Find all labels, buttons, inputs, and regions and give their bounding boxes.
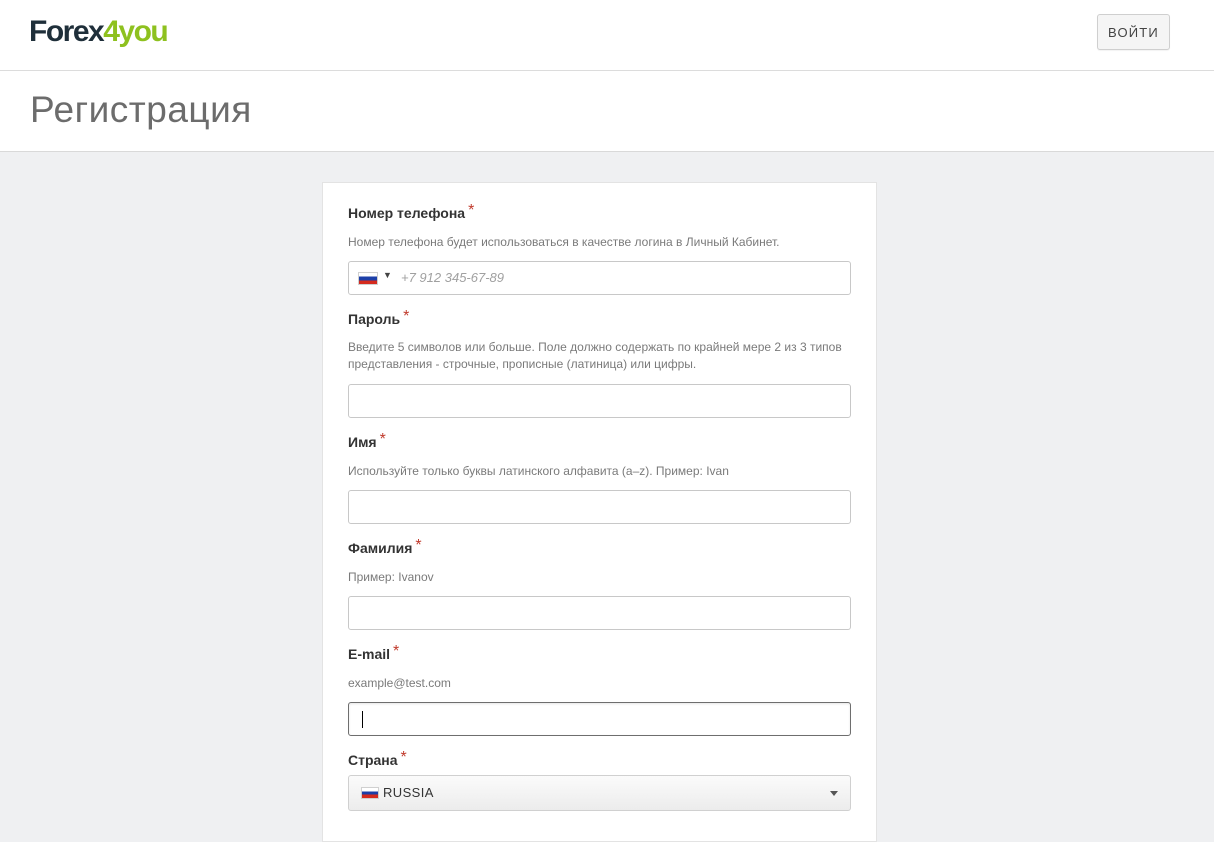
- phone-placeholder: +7 912 345-67-89: [401, 270, 505, 285]
- email-input[interactable]: [348, 702, 851, 736]
- logo-text-4you: 4you: [103, 15, 169, 48]
- phone-input[interactable]: ▼ +7 912 345-67-89: [348, 261, 851, 295]
- password-field-group: Пароль * Введите 5 символов или больше. П…: [348, 308, 852, 418]
- russia-flag-icon: [361, 787, 379, 799]
- login-button[interactable]: ВОЙТИ: [1097, 14, 1170, 50]
- required-asterisk: *: [393, 643, 400, 660]
- country-label: Страна: [348, 752, 398, 768]
- country-field-group: Страна * RUSSIA: [348, 749, 852, 811]
- last-name-field-group: Фамилия * Пример: Ivanov: [348, 537, 852, 630]
- required-asterisk: *: [403, 308, 410, 325]
- first-name-label: Имя: [348, 434, 377, 450]
- phone-field-group: Номер телефона * Номер телефона будет исп…: [348, 202, 852, 295]
- first-name-hint: Используйте только буквы латинского алфа…: [348, 464, 729, 478]
- password-input[interactable]: [348, 384, 851, 418]
- password-hint: Введите 5 символов или больше. Поле долж…: [348, 340, 842, 371]
- page-title: Регистрация: [30, 89, 252, 130]
- email-field-group: E-mail * example@test.com: [348, 643, 852, 736]
- phone-label: Номер телефона: [348, 205, 466, 221]
- forex4you-logo[interactable]: Forex4you: [29, 14, 169, 50]
- last-name-hint: Пример: Ivanov: [348, 570, 434, 584]
- caret-down-icon[interactable]: ▼: [383, 270, 392, 280]
- required-asterisk: *: [468, 202, 475, 219]
- first-name-field-group: Имя * Используйте только буквы латинского…: [348, 431, 852, 524]
- chevron-down-icon[interactable]: [830, 791, 838, 796]
- registration-form: Номер телефона * Номер телефона будет исп…: [322, 182, 877, 842]
- required-asterisk: *: [379, 431, 386, 448]
- top-header: Forex4you ВОЙТИ: [0, 0, 1214, 71]
- required-asterisk: *: [400, 749, 407, 766]
- email-label: E-mail: [348, 646, 391, 662]
- russia-flag-icon[interactable]: [358, 272, 378, 285]
- country-selected-value: RUSSIA: [383, 785, 434, 800]
- country-select[interactable]: RUSSIA: [348, 775, 851, 811]
- text-cursor: [362, 711, 363, 728]
- logo-text-forex: Forex: [29, 15, 105, 48]
- password-label: Пароль: [348, 311, 401, 327]
- required-asterisk: *: [415, 537, 422, 554]
- last-name-input[interactable]: [348, 596, 851, 630]
- page-title-bar: Регистрация: [0, 71, 1214, 152]
- phone-hint: Номер телефона будет использоваться в ка…: [348, 235, 780, 249]
- email-hint: example@test.com: [348, 676, 451, 690]
- first-name-input[interactable]: [348, 490, 851, 524]
- last-name-label: Фамилия: [348, 540, 413, 556]
